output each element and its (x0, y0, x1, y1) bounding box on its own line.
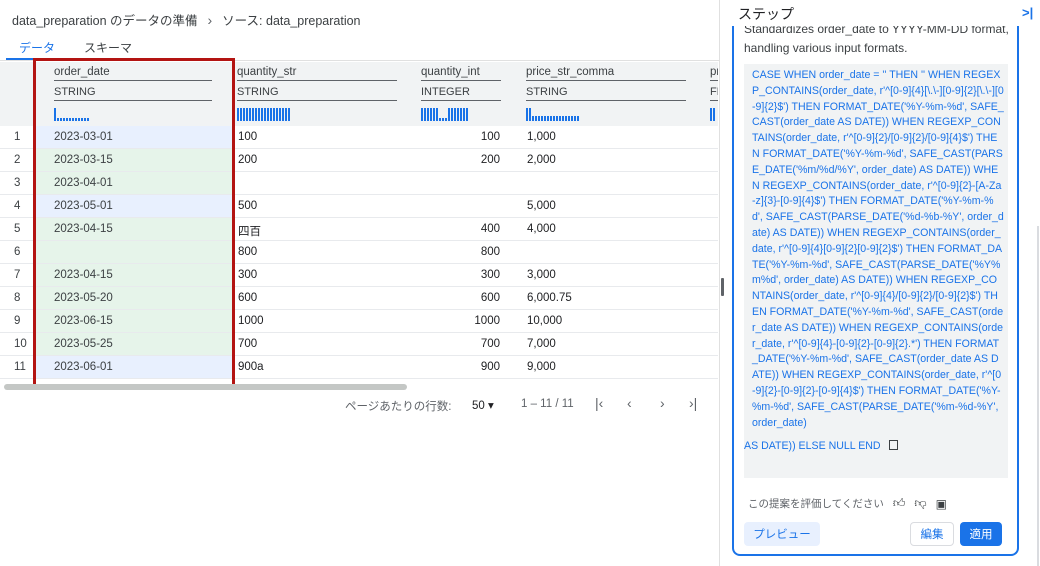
cell-quantity-str: 100 (238, 131, 258, 143)
preview-button[interactable]: プレビュー (744, 522, 820, 546)
column-type: STRING (526, 84, 686, 101)
rows-per-page-label: ページあたりの行数: (345, 401, 452, 413)
breadcrumb-item-preparation[interactable]: data_preparation のデータの準備 (12, 10, 198, 29)
column-type: FL (710, 84, 718, 101)
first-page-icon[interactable]: |‹ (595, 395, 603, 411)
histogram-quantity-int (421, 108, 468, 121)
column-name: quantity_int (421, 66, 501, 81)
rate-label: この提案を評価してください (748, 498, 884, 510)
histogram-pr (710, 108, 715, 121)
panel-resize-handle[interactable] (721, 278, 724, 296)
sql-expression-tail: AS DATE)) ELSE NULL END (744, 440, 881, 453)
column-header-quantity-str[interactable]: quantity_str STRING (237, 66, 397, 101)
cell-quantity-str: 800 (238, 246, 258, 258)
row-number: 9 (14, 315, 21, 327)
cell-quantity-int: 800 (480, 246, 500, 258)
cell-quantity-str: 500 (238, 200, 258, 212)
rating-row: この提案を評価してください 👍︎ 👎︎ ▣ (748, 496, 947, 511)
thumbs-up-icon[interactable]: 👍︎ (893, 496, 906, 511)
tab-bar: データ スキーマ (0, 34, 720, 61)
row-number: 10 (14, 338, 27, 350)
copy-icon[interactable] (888, 440, 898, 451)
cell-quantity-str: 600 (238, 292, 258, 304)
tab-schema[interactable]: スキーマ (84, 39, 132, 56)
last-page-icon[interactable]: ›| (689, 395, 697, 411)
row-number: 7 (14, 269, 21, 281)
row-number: 2 (14, 154, 21, 166)
highlight-column-outline (33, 58, 235, 388)
cell-quantity-str: 700 (238, 338, 258, 350)
page-range: 1 – 11 / 11 (521, 398, 574, 410)
chevron-right-icon: › (207, 11, 213, 28)
cell-price-str-comma: 2,000 (527, 154, 556, 166)
breadcrumb-item-source[interactable]: ソース: data_preparation (222, 10, 360, 29)
cell-price-str-comma: 7,000 (527, 338, 556, 350)
cell-quantity-int: 700 (480, 338, 500, 350)
cell-quantity-str: 200 (238, 154, 258, 166)
previous-page-icon[interactable]: ‹ (627, 395, 632, 411)
row-number: 5 (14, 223, 21, 235)
cell-quantity-str: 四百 (238, 226, 261, 238)
row-number: 3 (14, 177, 21, 189)
steps-panel-title: ステップ (738, 6, 794, 22)
cell-price-str-comma: 1,000 (527, 131, 556, 143)
thumbs-down-icon[interactable]: 👎︎ (914, 496, 926, 511)
column-header-pr[interactable]: pr FL (710, 66, 718, 101)
sql-expression-block: CASE WHEN order_date = '' THEN '' WHEN R… (744, 64, 1008, 478)
breadcrumb: data_preparation のデータの準備 › ソース: data_pre… (12, 10, 361, 29)
steps-panel: ステップ >| Standardizes order_date to YYYY-… (726, 0, 1040, 566)
cell-quantity-str: 900a (238, 361, 264, 373)
tab-data[interactable]: データ (19, 39, 55, 56)
sql-expression-tail-row: AS DATE)) ELSE NULL END (744, 439, 1004, 455)
histogram-quantity-str (237, 108, 290, 121)
cell-price-str-comma: 3,000 (527, 269, 556, 281)
suggestion-description: Standardizes order_date to YYYY-MM-DD fo… (744, 26, 1009, 55)
cell-quantity-int: 1000 (474, 315, 500, 327)
column-header-price-str-comma[interactable]: price_str_comma STRING (526, 66, 686, 101)
cell-quantity-int: 400 (480, 223, 500, 235)
dropdown-arrow-icon: ▾ (488, 400, 494, 412)
cell-quantity-int: 600 (480, 292, 500, 304)
cell-quantity-int: 900 (480, 361, 500, 373)
histogram-price-str-comma (526, 108, 579, 121)
column-type: STRING (237, 84, 397, 101)
cell-price-str-comma: 4,000 (527, 223, 556, 235)
collapse-panel-icon[interactable]: >| (1022, 5, 1033, 20)
row-number: 8 (14, 292, 21, 304)
feedback-icon[interactable]: ▣ (936, 497, 947, 511)
column-name: quantity_str (237, 66, 397, 81)
cell-quantity-int: 100 (480, 131, 500, 143)
cell-quantity-int: 300 (480, 269, 500, 281)
cell-price-str-comma: 10,000 (527, 315, 563, 327)
row-number: 1 (14, 131, 21, 143)
cell-price-str-comma: 9,000 (527, 361, 556, 373)
cell-quantity-int: 200 (480, 154, 500, 166)
column-header-quantity-int[interactable]: quantity_int INTEGER (421, 66, 501, 101)
column-name: pr (710, 66, 718, 81)
row-number: 11 (14, 361, 26, 373)
panel-scrollbar[interactable] (1037, 226, 1039, 566)
apply-button[interactable]: 適用 (960, 522, 1002, 546)
cell-quantity-str: 300 (238, 269, 258, 281)
sql-expression: CASE WHEN order_date = '' THEN '' WHEN R… (752, 69, 1004, 429)
row-number: 4 (14, 200, 21, 212)
horizontal-scrollbar[interactable] (4, 384, 407, 390)
cell-price-str-comma: 6,000.75 (527, 292, 572, 304)
rows-per-page-value: 50 (472, 400, 485, 412)
column-name: price_str_comma (526, 66, 686, 81)
cell-price-str-comma: 5,000 (527, 200, 556, 212)
row-number: 6 (14, 246, 21, 258)
rows-per-page-select[interactable]: 50 ▾ (472, 398, 494, 412)
cell-quantity-str: 1000 (238, 315, 264, 327)
data-preparation-pane: data_preparation のデータの準備 › ソース: data_pre… (0, 0, 720, 566)
edit-button[interactable]: 編集 (910, 522, 954, 546)
suggestion-card: Standardizes order_date to YYYY-MM-DD fo… (732, 26, 1019, 556)
next-page-icon[interactable]: › (660, 395, 665, 411)
column-type: INTEGER (421, 84, 501, 101)
